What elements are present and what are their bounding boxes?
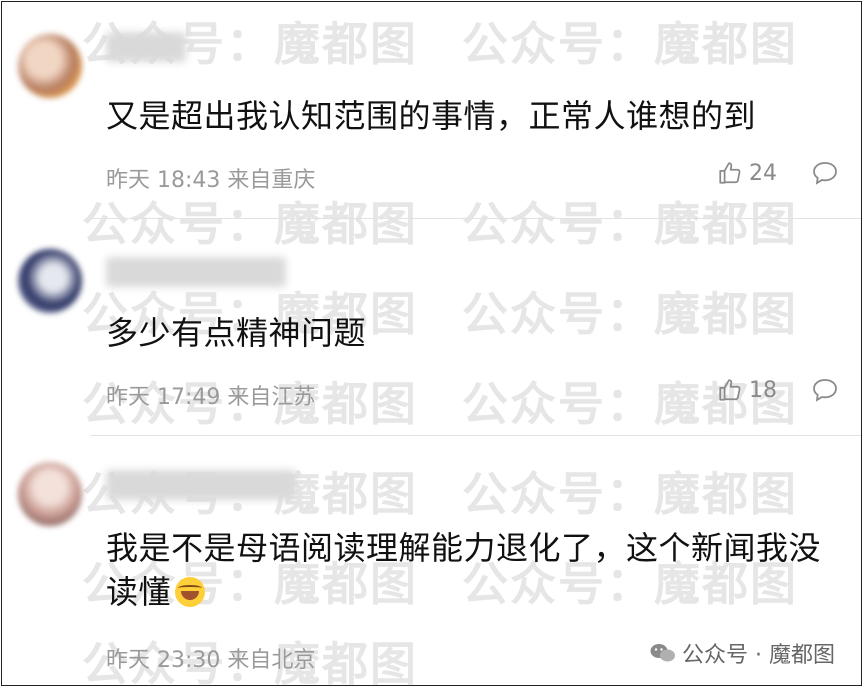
comment-text: 又是超出我认知范围的事情，正常人谁想的到 <box>106 97 757 135</box>
like-button[interactable]: 24 <box>717 160 777 186</box>
comment-time: 昨天 18:43 <box>106 168 221 193</box>
comment-item: 多少有点精神问题 昨天 17:49 来自江苏 18 <box>2 219 861 435</box>
wechat-icon <box>650 643 676 663</box>
brand-watermark: 公众号 · 魔都图 <box>650 637 835 669</box>
avatar[interactable] <box>18 249 82 313</box>
comment-meta: 昨天 17:49 来自江苏 <box>106 379 315 411</box>
comment-location: 来自北京 <box>227 648 316 673</box>
comment-location: 来自重庆 <box>227 168 316 193</box>
reply-button[interactable] <box>811 377 839 403</box>
reply-button[interactable] <box>811 160 839 186</box>
username-blurred[interactable] <box>106 257 286 287</box>
speech-bubble-icon <box>811 160 839 186</box>
like-button[interactable]: 18 <box>717 377 777 403</box>
username-blurred[interactable] <box>106 470 296 500</box>
thumbs-up-icon <box>717 160 743 186</box>
comment-time: 昨天 17:49 <box>106 385 221 410</box>
avatar[interactable] <box>18 462 82 526</box>
like-count: 24 <box>749 160 777 186</box>
brand-label: 公众号 · 魔都图 <box>682 643 835 668</box>
comment-meta: 昨天 23:30 来自北京 <box>106 642 315 674</box>
speech-bubble-icon <box>811 377 839 403</box>
username-blurred[interactable] <box>106 32 186 62</box>
comment-text: 我是不是母语阅读理解能力退化了，这个新闻我没读懂 <box>106 529 822 611</box>
comment-text: 多少有点精神问题 <box>106 314 367 352</box>
comment-item: 又是超出我认知范围的事情，正常人谁想的到 昨天 18:43 来自重庆 24 <box>2 2 861 218</box>
comment-list: 公众号：魔都图 公众号：魔都图 公众号：魔都图 公众号：魔都图 公众号：魔都图 … <box>1 1 862 686</box>
laughing-tears-emoji <box>175 577 206 607</box>
like-count: 18 <box>749 377 777 403</box>
comment-meta: 昨天 18:43 来自重庆 <box>106 162 315 194</box>
comment-location: 来自江苏 <box>227 385 316 410</box>
comment-time: 昨天 23:30 <box>106 648 221 673</box>
avatar[interactable] <box>18 34 82 98</box>
thumbs-up-icon <box>717 377 743 403</box>
